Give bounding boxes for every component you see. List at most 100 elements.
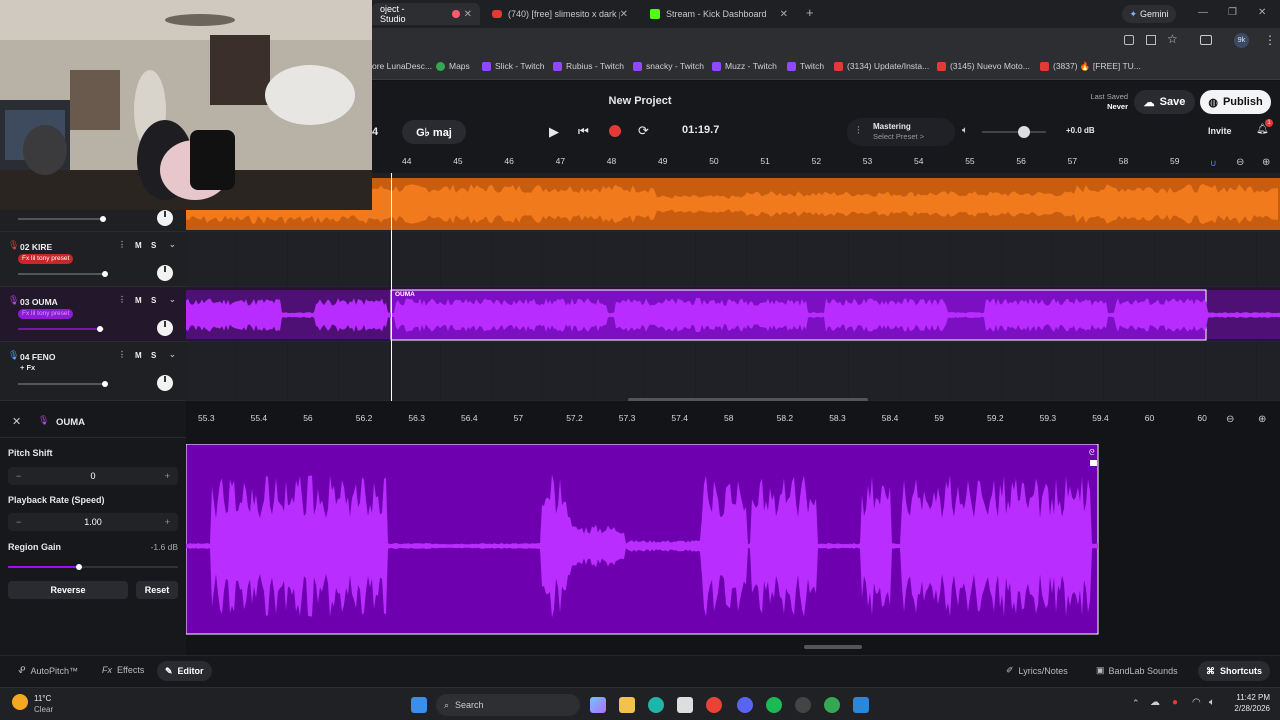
key-selector[interactable]: G♭ maj: [402, 120, 466, 144]
track-header-04[interactable]: 🎙︎ 04 FENO ⋮ M S ⌄ + Fx: [0, 342, 186, 401]
fx-preset-tag[interactable]: Fx lil tony preset: [18, 254, 74, 264]
region-gain-handle[interactable]: [1090, 460, 1097, 466]
weather-icon[interactable]: [12, 694, 28, 710]
bookmark-item[interactable]: Slick - Twitch: [482, 61, 544, 71]
reset-button[interactable]: Reset: [136, 581, 178, 599]
bookmark-item[interactable]: Muzz - Twitch: [712, 61, 777, 71]
sidepanel-icon[interactable]: [1200, 35, 1212, 45]
track-volume-slider[interactable]: [18, 271, 108, 277]
bookmark-item[interactable]: Rubius - Twitch: [553, 61, 624, 71]
tab-kick[interactable]: Stream - Kick Dashboard ✕: [642, 3, 796, 25]
mute-button[interactable]: M: [135, 296, 142, 305]
playhead[interactable]: [391, 173, 392, 401]
pan-knob[interactable]: [157, 375, 173, 391]
plus-icon[interactable]: +: [165, 467, 170, 485]
shortcuts-button[interactable]: ⌘ Shortcuts: [1198, 661, 1271, 681]
master-volume-slider[interactable]: [982, 126, 1046, 138]
gemini-button[interactable]: ✦ Gemini: [1122, 5, 1176, 23]
play-icon[interactable]: ▶: [549, 124, 559, 140]
pan-knob[interactable]: [157, 320, 173, 336]
zoom-out-icon[interactable]: ⊖: [1226, 414, 1234, 425]
store-icon[interactable]: [677, 697, 693, 713]
bar-count[interactable]: 4: [372, 126, 378, 138]
volume-thumb[interactable]: [1018, 126, 1030, 138]
windows-start-icon[interactable]: [411, 697, 427, 713]
close-tab-icon[interactable]: ✕: [620, 9, 628, 20]
menu-icon[interactable]: ⋮: [1264, 33, 1276, 47]
track-volume-slider[interactable]: [18, 326, 104, 332]
skip-back-icon[interactable]: ⏮: [578, 124, 589, 139]
region-gain-thumb[interactable]: [76, 564, 82, 570]
mute-button[interactable]: M: [135, 241, 142, 250]
track-menu-icon[interactable]: ⋮: [118, 240, 126, 249]
reverse-button[interactable]: Reverse: [8, 581, 128, 599]
minus-icon[interactable]: −: [16, 467, 21, 485]
volume-thumb[interactable]: [102, 381, 108, 387]
chevron-down-icon[interactable]: ⌄: [169, 295, 176, 304]
track-header-03[interactable]: 🎙︎ 03 OUMA ⋮ M S ⌄ Fx lil tony preset: [0, 287, 186, 342]
edge-icon[interactable]: [648, 697, 664, 713]
volume-thumb[interactable]: [102, 271, 108, 277]
weather-desc[interactable]: Clear: [34, 705, 53, 714]
pitch-shift-value[interactable]: 0: [90, 471, 95, 481]
copilot-icon[interactable]: [590, 697, 606, 713]
taskbar-search[interactable]: ⌕ Search: [436, 694, 580, 716]
bookmark-star-icon[interactable]: ☆: [1167, 32, 1178, 46]
close-tab-icon[interactable]: ✕: [464, 9, 472, 20]
bookmark-item[interactable]: ore LunaDesc...: [372, 61, 432, 71]
obs-icon[interactable]: [795, 697, 811, 713]
effects-tab[interactable]: Fx Effects: [102, 665, 144, 675]
microphone-icon[interactable]: ●: [1172, 697, 1178, 708]
chrome-profile-icon[interactable]: [824, 697, 840, 713]
track-name[interactable]: 04 FENO: [20, 352, 55, 362]
onedrive-icon[interactable]: ☁: [1150, 697, 1160, 708]
publish-button[interactable]: ◍ Publish: [1200, 90, 1271, 114]
zoom-in-icon[interactable]: ⊕: [1262, 157, 1270, 168]
chevron-down-icon[interactable]: ⌄: [169, 240, 176, 249]
region-gain-slider[interactable]: [8, 564, 178, 570]
editor-tab[interactable]: ✎ Editor: [157, 661, 212, 681]
bandlab-sounds-tab[interactable]: ▣ BandLab Sounds: [1096, 665, 1178, 676]
track-lane-02[interactable]: [186, 232, 1280, 287]
playback-rate-stepper[interactable]: − 1.00 +: [8, 513, 178, 531]
track-lane-03[interactable]: OUMA: [186, 287, 1280, 342]
maximize-button[interactable]: ❐: [1228, 7, 1237, 18]
bookmark-item[interactable]: Twitch: [787, 61, 824, 71]
project-title[interactable]: New Project: [580, 95, 700, 107]
pan-knob[interactable]: [157, 265, 173, 281]
tab-studio[interactable]: oject - Studio ✕: [372, 3, 480, 25]
clip-label[interactable]: OUMA: [395, 291, 415, 298]
solo-button[interactable]: S: [151, 296, 156, 305]
close-window-button[interactable]: ✕: [1258, 7, 1266, 18]
mute-button[interactable]: M: [135, 351, 142, 360]
invite-button[interactable]: Invite: [1208, 126, 1232, 136]
volume-thumb[interactable]: [100, 216, 106, 222]
solo-button[interactable]: S: [151, 351, 156, 360]
chrome-icon[interactable]: [706, 697, 722, 713]
track-menu-icon[interactable]: ⋮: [118, 295, 126, 304]
track-volume-slider[interactable]: [18, 381, 108, 387]
mastering-button[interactable]: ⫶ Mastering Select Preset >: [847, 118, 955, 146]
plus-icon[interactable]: +: [165, 513, 170, 531]
minus-icon[interactable]: −: [16, 513, 21, 531]
magnet-snap-icon[interactable]: ∪: [1210, 158, 1217, 169]
close-editor-icon[interactable]: ✕: [12, 415, 21, 428]
speaker-mute-icon[interactable]: 🔈︎: [962, 125, 968, 136]
install-icon[interactable]: [1146, 35, 1156, 45]
bookmark-item[interactable]: (3837) 🔥 [FREE] TU...: [1040, 61, 1141, 72]
volume-icon[interactable]: 🔈︎: [1209, 697, 1215, 708]
autopitch-tab[interactable]: ᕵ AutoPitch™: [18, 665, 78, 676]
editor-ruler[interactable]: 55.3 55.4 56 56.2 56.3 56.4 57 57.2 57.3 57.4 58 58…: [186, 410, 1280, 428]
clock[interactable]: 11:42 PM 2/28/2026: [1222, 692, 1270, 714]
zoom-out-icon[interactable]: ⊖: [1236, 157, 1244, 168]
new-tab-button[interactable]: +: [806, 5, 814, 20]
pan-knob[interactable]: [157, 210, 173, 226]
file-explorer-icon[interactable]: [619, 697, 635, 713]
wifi-icon[interactable]: ◠: [1192, 697, 1201, 708]
minimize-button[interactable]: —: [1198, 7, 1208, 18]
loop-handle-icon[interactable]: ᘓ: [1089, 448, 1095, 458]
editor-scrollbar[interactable]: [804, 645, 862, 649]
bookmark-item[interactable]: (3134) Update/Insta...: [834, 61, 929, 71]
app-icon[interactable]: [853, 697, 869, 713]
chevron-up-icon[interactable]: ⌃: [1132, 698, 1140, 709]
